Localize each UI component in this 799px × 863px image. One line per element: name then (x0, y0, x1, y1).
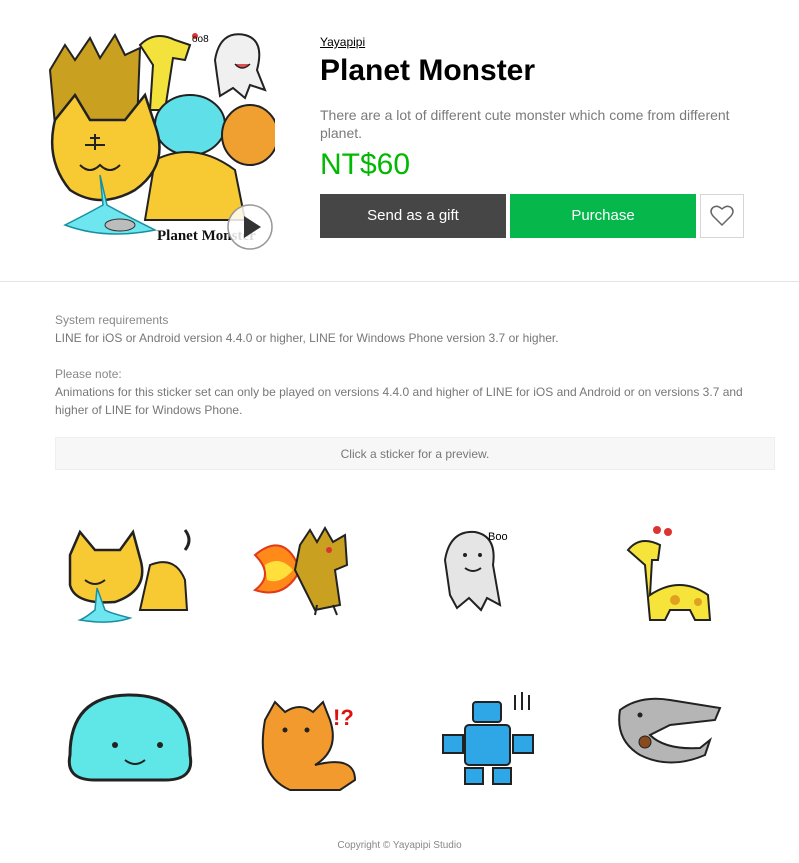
product-header: oo8 Planet Monster Yayapipi Planet Monst… (0, 0, 799, 282)
product-description: There are a lot of different cute monste… (320, 107, 730, 141)
cover-boo-text: oo8 (192, 34, 209, 45)
sysreq-title: System requirements (55, 313, 169, 327)
sticker-giraffe[interactable] (610, 510, 760, 660)
sticker-robot[interactable] (425, 680, 575, 830)
preview-hint: Click a sticker for a preview. (55, 437, 775, 470)
animation-note: Please note: Animations for this sticker… (55, 365, 775, 419)
footer-copyright: Copyright © Yayapipi Studio (337, 840, 462, 851)
product-price: NT$60 (320, 148, 411, 181)
sticker-blob[interactable] (55, 680, 205, 830)
note-text: Animations for this sticker set can only… (55, 385, 743, 417)
sticker-cover-image[interactable]: oo8 Planet Monster (45, 30, 279, 250)
play-icon[interactable] (227, 204, 273, 250)
sticker-ghost[interactable]: Boo (425, 510, 575, 660)
sticker-croc[interactable] (610, 680, 760, 830)
product-title: Planet Monster (320, 54, 536, 87)
system-requirements: System requirements LINE for iOS or Andr… (55, 311, 775, 347)
sticker-fire-dino[interactable] (245, 510, 395, 660)
sticker-tiger[interactable] (55, 510, 205, 660)
sysreq-text: LINE for iOS or Android version 4.4.0 or… (55, 331, 559, 345)
heart-outline-icon (710, 205, 734, 227)
send-gift-button[interactable]: Send as a gift (320, 194, 506, 238)
favorite-button[interactable] (700, 194, 744, 238)
note-title: Please note: (55, 367, 122, 381)
creator-link[interactable]: Yayapipi (320, 35, 365, 49)
purchase-button[interactable]: Purchase (510, 194, 696, 238)
sticker-bear[interactable]: !? (245, 680, 395, 830)
ghost-boo-text: Boo (488, 531, 508, 543)
bear-exclaim-text: !? (333, 705, 354, 730)
